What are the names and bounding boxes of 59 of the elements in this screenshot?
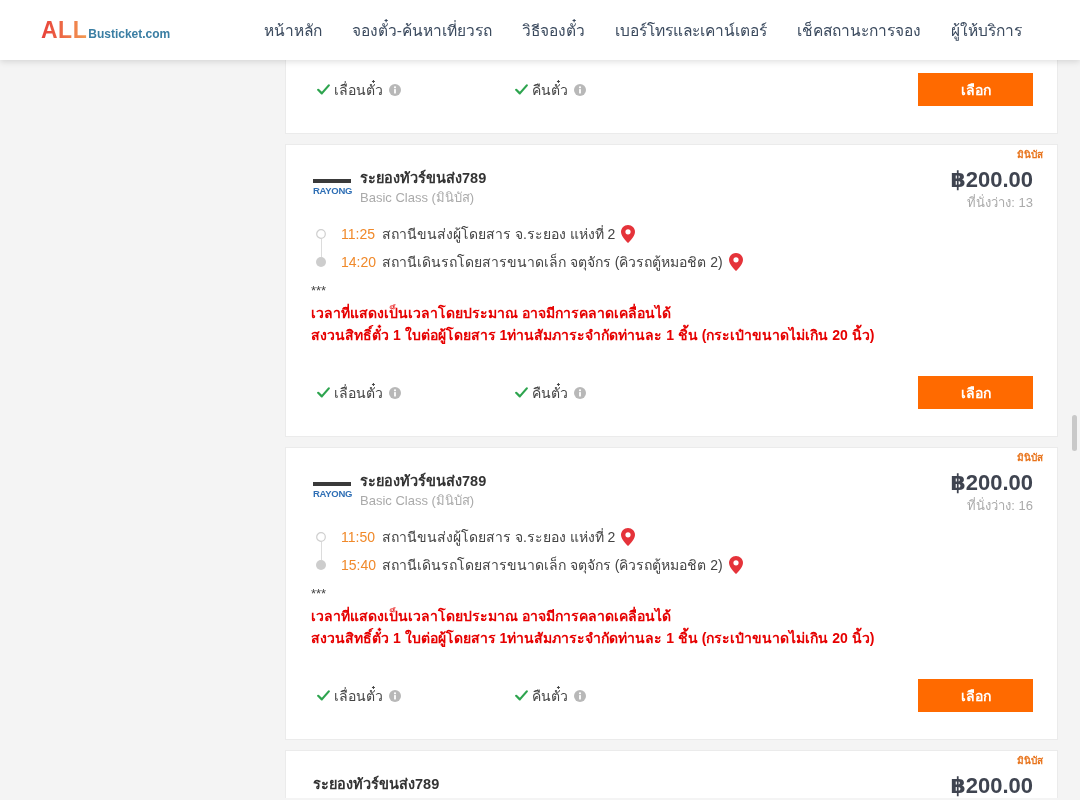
dot-icon: [316, 560, 326, 570]
map-pin-icon[interactable]: [621, 225, 636, 243]
timeline-line: [320, 542, 322, 560]
ring-icon: [316, 532, 326, 542]
note-marker: ***: [311, 282, 328, 300]
stop-time: 15:40: [341, 556, 378, 575]
nav-link[interactable]: เช็คสถานะการจอง: [797, 17, 921, 43]
info-icon[interactable]: [574, 689, 586, 702]
map-pin-icon[interactable]: [621, 528, 636, 546]
bus-class: Basic Class (มินิบัส): [360, 189, 476, 207]
warning-text: สงวนสิทธิ์ตั๋ว 1 ใบต่อผู้โดยสาร 1ท่านสัมภาระจำกัดท่านละ 1 ชิ้น (กระเป๋าขนาดไม่เกิน 20 นิ้ว): [311, 627, 1033, 649]
policy-label: เลื่อนตั๋ว: [334, 685, 383, 706]
nav-link[interactable]: เบอร์โทรและเคาน์เตอร์: [615, 17, 767, 43]
station-name: สถานีขนส่งผู้โดยสาร จ.ระยอง แห่งที่ 2: [382, 527, 616, 547]
map-pin-icon[interactable]: [728, 253, 743, 271]
bus-type-tag: มินิบัส: [1017, 754, 1043, 768]
info-icon[interactable]: [574, 83, 586, 96]
policy-label: เลื่อนตั๋ว: [334, 79, 383, 100]
bus-type-tag: มินิบัส: [1017, 451, 1043, 465]
operator-logo: RAYONG: [313, 482, 351, 504]
operator-name: ระยองทัวร์ขนส่ง789: [360, 471, 487, 491]
policy-label: คืนตั๋ว: [532, 79, 568, 100]
nav-link[interactable]: ผู้ให้บริการ: [951, 17, 1022, 43]
bus-class: Basic Class (มินิบัส): [360, 492, 476, 510]
stop-time: 14:20: [341, 253, 378, 272]
operator-name: ระยองทัวร์ขนส่ง789: [313, 774, 440, 794]
ring-icon: [316, 229, 326, 239]
operator-logo: RAYONG: [313, 179, 351, 201]
warning-text: เวลาที่แสดงเป็นเวลาโดยประมาณ อาจมีการคลาดเคลื่อนได้: [311, 302, 672, 323]
seats-available: ที่นั่งว่าง: 13: [966, 194, 1033, 212]
nav-link[interactable]: หน้าหลัก: [263, 17, 322, 43]
station-name: สถานีเดินรถโดยสารขนาดเล็ก จตุจักร (คิวรถตู้หมอชิต 2): [382, 555, 723, 575]
station-name: สถานีขนส่งผู้โดยสาร จ.ระยอง แห่งที่ 2: [382, 224, 616, 244]
info-icon[interactable]: [389, 386, 401, 399]
warning-text: เวลาที่แสดงเป็นเวลาโดยประมาณ อาจมีการคลาดเคลื่อนได้: [311, 605, 672, 626]
stop-time: 11:25: [341, 225, 376, 244]
nav-link[interactable]: วิธีจองตั๋ว: [522, 17, 585, 43]
dot-icon: [316, 257, 326, 267]
policy-label: เลื่อนตั๋ว: [334, 382, 383, 403]
policy-label: คืนตั๋ว: [532, 685, 568, 706]
scrollbar-thumb[interactable]: [1072, 415, 1077, 451]
ticket-price: ฿200.00: [950, 774, 1033, 798]
timeline-line: [320, 239, 322, 257]
seats-available: ที่นั่งว่าง: 16: [966, 497, 1033, 515]
operator-name: ระยองทัวร์ขนส่ง789: [360, 168, 487, 188]
map-pin-icon[interactable]: [728, 556, 743, 574]
stop-time: 11:50: [341, 528, 376, 547]
policy-label: คืนตั๋ว: [532, 382, 568, 403]
info-icon[interactable]: [574, 386, 586, 399]
note-marker: ***: [311, 585, 328, 603]
ticket-price: ฿200.00: [950, 168, 1033, 192]
station-name: สถานีเดินรถโดยสารขนาดเล็ก จตุจักร (คิวรถตู้หมอชิต 2): [382, 252, 723, 272]
bus-type-tag: มินิบัส: [1017, 148, 1043, 162]
warning-text: สงวนสิทธิ์ตั๋ว 1 ใบต่อผู้โดยสาร 1ท่านสัมภาระจำกัดท่านละ 1 ชิ้น (กระเป๋าขนาดไม่เกิน 20 นิ้ว): [311, 324, 1033, 346]
nav-link[interactable]: จองตั๋ว-ค้นหาเที่ยวรถ: [351, 17, 492, 43]
ticket-price: ฿200.00: [950, 471, 1033, 495]
info-icon[interactable]: [389, 689, 401, 702]
site-logo[interactable]: ALL Busticket.com: [41, 16, 171, 44]
info-icon[interactable]: [389, 83, 401, 96]
